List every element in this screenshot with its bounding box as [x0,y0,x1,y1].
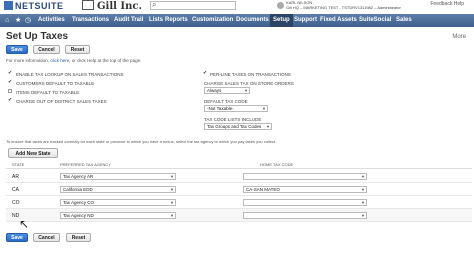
enable-tax-lookup-label: ENABLE TAX LOOKUP ON SALES TRANSACTIONS [16,72,124,77]
chevron-down-icon: ▼ [170,200,174,205]
help-prefix: For more information, [6,58,51,63]
nav-suitesocial[interactable]: SuiteSocial [359,14,391,27]
company-logo: Gill Inc. [82,0,142,12]
nav-fixed-assets[interactable]: Fixed Assets [320,14,357,27]
user-icon[interactable] [277,2,284,9]
main-navigation: ⌂ ★ ◷ Activities Transactions Audit Trai… [0,14,474,27]
column-preferred-agency: PREFERRED TAX AGENCY [60,162,111,167]
page-title: Set Up Taxes [6,31,69,42]
tax-code-lists-select[interactable]: Tax Groups and Tax Codes ▼ [204,123,272,130]
tax-agency-value: Tax Agency AR [63,174,94,179]
store-orders-label: CHARGE SALES TAX ON STORE ORDERS [204,81,294,86]
chevron-down-icon: ▼ [170,187,174,192]
state-cell: AR [12,174,19,180]
chevron-down-icon: ▼ [361,174,365,179]
chevron-down-icon: ▼ [361,200,365,205]
nav-support[interactable]: Support [294,14,317,27]
tax-agency-select[interactable]: Tax Agency ND ▼ [60,212,176,219]
nav-reports[interactable]: Reports [165,14,188,27]
table-row[interactable]: AR Tax Agency AR ▼ ▼ [6,170,472,183]
netsuite-logo[interactable]: NETSUITE [4,1,64,11]
table-row[interactable]: ND Tax Agency ND ▼ ▼ [6,209,472,222]
tax-agency-value: California EDD [63,187,93,192]
customers-default-taxable-checkbox[interactable]: ✔ [8,80,13,85]
mouse-cursor-icon: ↖ [19,217,30,231]
tax-code-lists-value: Tax Groups and Tax Codes [207,124,262,129]
charge-out-of-district-label: CHARGE OUT OF DISTRICT SALES TAXES [16,99,107,104]
home-tax-code-select[interactable]: ▼ [243,173,367,180]
nav-documents[interactable]: Documents [236,14,269,27]
chevron-down-icon: ▼ [244,88,248,93]
top-bar: NETSUITE Gill Inc. ⌕ KARL NILSON Gill HQ… [0,0,474,12]
add-new-state-button[interactable]: Add New State [8,148,58,158]
home-tax-code-value: CA-SAN MATEO [246,187,280,192]
company-logo-icon [82,0,94,10]
per-line-taxes-label: PER-LINE TAXES ON TRANSACTIONS [210,72,291,77]
chevron-down-icon: ▼ [266,124,270,129]
logo-text: NETSUITE [15,1,64,11]
table-row[interactable]: CA California EDD ▼ CA-SAN MATEO ▼ [6,183,472,196]
nexus-note: To ensure that taxes are tracked correct… [6,139,277,144]
nav-lists[interactable]: Lists [149,14,163,27]
nav-audit-trail[interactable]: Audit Trail [114,14,143,27]
items-default-taxable-label: ITEMS DEFAULT TO TAXABLE [16,90,80,95]
netsuite-logo-mark [4,1,13,10]
tax-agency-value: Tax Agency CO [63,200,95,205]
chevron-down-icon: ▼ [262,106,266,111]
column-state: STATE [12,162,25,167]
table-row[interactable]: CO Tax Agency CO ▼ ▼ [6,196,472,209]
tax-code-lists-label: TAX CODE LISTS INCLUDE [204,117,262,122]
nav-setup[interactable]: Setup [270,14,293,27]
state-cell: CO [12,200,20,206]
table-header: STATE PREFERRED TAX AGENCY HOME TAX CODE [6,161,472,169]
tax-agency-value: Tax Agency ND [63,213,94,218]
cancel-button-bottom[interactable]: Cancel [33,233,60,242]
store-orders-value: Always [207,88,222,93]
user-info[interactable]: KARL NILSON Gill HQ – MARKETING TEST - T… [286,0,401,10]
search-icon: ⌕ [152,0,157,9]
chevron-down-icon: ▼ [361,187,365,192]
save-button-bottom[interactable]: Save [6,233,28,242]
nav-activities[interactable]: Activities [38,14,65,27]
tax-agency-select[interactable]: Tax Agency CO ▼ [60,199,176,206]
store-orders-select[interactable]: Always ▼ [204,87,250,94]
items-default-taxable-checkbox[interactable] [8,89,12,93]
state-cell: CA [12,187,19,193]
charge-out-of-district-checkbox[interactable]: ✔ [8,98,13,103]
tax-agency-select[interactable]: Tax Agency AR ▼ [60,173,176,180]
home-tax-code-select[interactable]: ▼ [243,199,367,206]
nav-transactions[interactable]: Transactions [72,14,109,27]
column-home-tax-code: HOME TAX CODE [260,162,294,167]
chevron-down-icon: ▼ [361,213,365,218]
home-icon[interactable]: ⌂ [5,17,12,24]
home-tax-code-select[interactable]: CA-SAN MATEO ▼ [243,186,367,193]
nav-customization[interactable]: Customization [192,14,233,27]
nav-sales[interactable]: Sales [396,14,412,27]
help-text: For more information, click here, or cli… [6,58,141,63]
per-line-taxes-checkbox[interactable]: ✔ [203,71,208,76]
reset-button[interactable]: Reset [65,45,90,54]
home-tax-code-select[interactable]: ▼ [243,212,367,219]
top-links[interactable]: Feedback Help [430,1,464,7]
help-suffix: , or click Help at the top of the page. [69,58,142,63]
recent-icon[interactable]: ◷ [25,17,32,24]
star-icon[interactable]: ★ [15,17,22,24]
chevron-down-icon: ▼ [170,213,174,218]
customers-default-taxable-label: CUSTOMERS DEFAULT TO TAXABLE [16,81,95,86]
user-role: Gill HQ – MARKETING TEST - TSTDRV1311982… [286,5,401,10]
default-tax-code-select[interactable]: -Not Taxable- ▼ [204,105,268,112]
default-tax-code-value: -Not Taxable- [207,106,234,111]
default-tax-code-label: DEFAULT TAX CODE [204,99,248,104]
company-name: Gill Inc. [97,1,142,12]
help-link[interactable]: click here [50,58,69,63]
chevron-down-icon: ▼ [170,174,174,179]
global-search-input[interactable]: ⌕ [150,0,236,10]
cancel-button[interactable]: Cancel [33,45,60,54]
tax-agency-select[interactable]: California EDD ▼ [60,186,176,193]
enable-tax-lookup-checkbox[interactable]: ✔ [8,71,13,76]
reset-button-bottom[interactable]: Reset [66,233,91,242]
save-button[interactable]: Save [6,45,28,54]
more-link[interactable]: More [452,34,466,40]
